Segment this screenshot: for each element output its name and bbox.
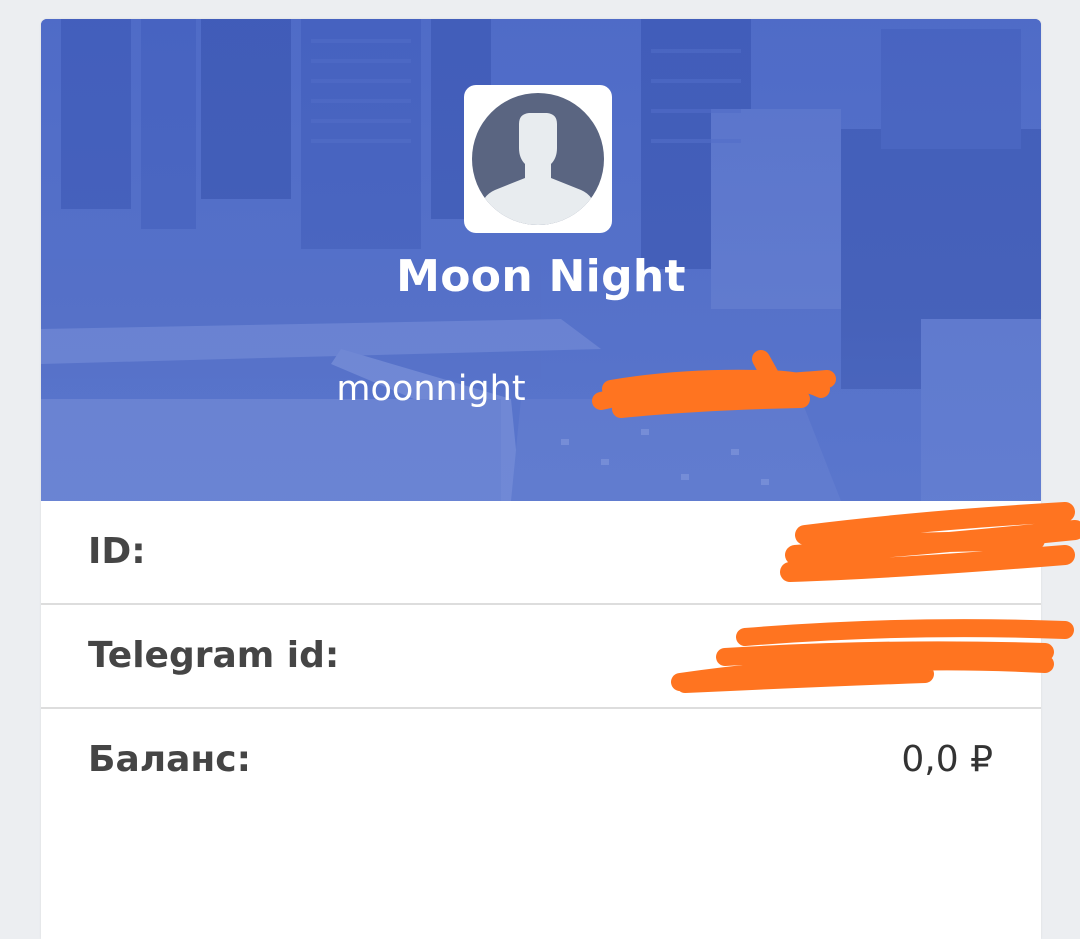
- profile-name: Moon Night: [396, 251, 686, 302]
- balance-label: Баланс:: [88, 739, 252, 780]
- balance-row: Баланс: 0,0 ₽: [41, 709, 1041, 813]
- user-silhouette-icon: [472, 93, 604, 225]
- profile-username: moonnight: [41, 369, 1041, 409]
- profile-card: Moon Night moonnight ID: Telegram id: Ба…: [41, 19, 1041, 939]
- telegram-id-row: Telegram id:: [41, 605, 1041, 709]
- profile-banner: Moon Night moonnight: [41, 19, 1041, 501]
- balance-value: 0,0 ₽: [901, 739, 993, 780]
- id-row: ID:: [41, 501, 1041, 605]
- username-text: moonnight: [336, 369, 526, 409]
- avatar[interactable]: [464, 85, 612, 233]
- telegram-id-label: Telegram id:: [88, 635, 340, 676]
- id-label: ID:: [88, 531, 146, 572]
